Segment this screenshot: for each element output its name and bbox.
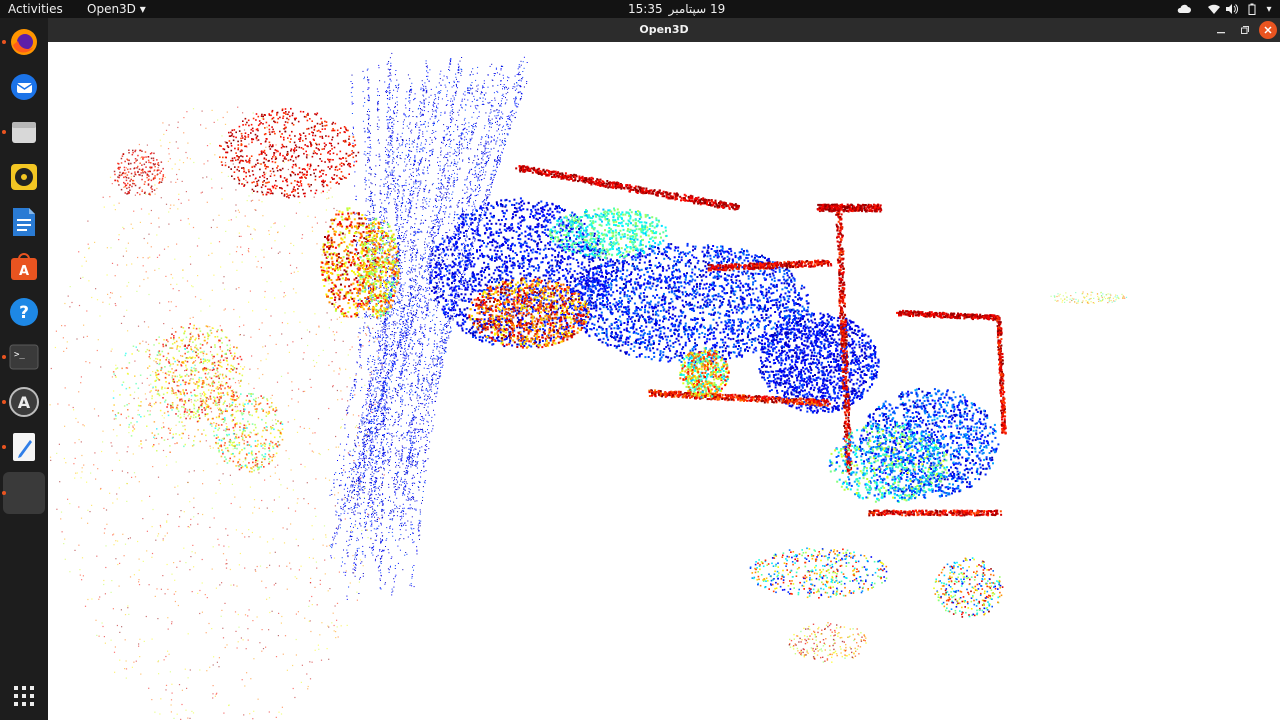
rhythmbox-icon[interactable] <box>6 159 42 195</box>
running-indicator <box>2 491 6 495</box>
system-menu-chevron-icon[interactable]: ▾ <box>1260 0 1278 18</box>
svg-text:A: A <box>19 264 29 279</box>
chevron-down-icon: ▾ <box>140 2 146 16</box>
running-indicator <box>2 40 6 44</box>
terminal-icon[interactable]: >_ <box>6 339 42 375</box>
open3d-app-icon[interactable] <box>3 472 45 514</box>
text-editor-icon[interactable] <box>6 429 42 465</box>
app-menu[interactable]: Open3D ▾ <box>87 1 146 17</box>
window-title: Open3D <box>48 18 1280 42</box>
clock-time: 15:35 <box>628 2 663 16</box>
point-cloud-viewport[interactable] <box>48 42 1280 720</box>
running-indicator <box>2 355 6 359</box>
app-menu-label: Open3D <box>87 2 136 16</box>
close-button[interactable] <box>1259 21 1277 39</box>
svg-text:A: A <box>18 393 31 412</box>
clock[interactable]: 15:35 19 سپتامبر <box>628 1 725 17</box>
files-icon[interactable] <box>6 114 42 150</box>
cloud-icon[interactable] <box>1175 0 1193 18</box>
volume-icon[interactable] <box>1223 0 1241 18</box>
ubuntu-software-icon[interactable]: A <box>6 249 42 285</box>
top-panel: Activities Open3D ▾ 15:35 19 سپتامبر ▾ <box>0 0 1280 18</box>
svg-text:>_: >_ <box>14 350 25 360</box>
dock: A ? >_ A <box>0 18 48 720</box>
help-icon[interactable]: ? <box>6 294 42 330</box>
writer-icon[interactable] <box>6 204 42 240</box>
show-applications-icon[interactable] <box>6 678 42 714</box>
restore-button[interactable] <box>1236 21 1254 39</box>
software-updater-icon[interactable]: A <box>6 384 42 420</box>
activities-button[interactable]: Activities <box>8 1 63 17</box>
point-cloud-render <box>48 42 1280 720</box>
wifi-icon[interactable] <box>1205 0 1223 18</box>
window-titlebar[interactable]: Open3D <box>48 18 1280 42</box>
clock-date: 19 سپتامبر <box>669 2 726 16</box>
running-indicator <box>2 130 6 134</box>
minimize-button[interactable] <box>1212 21 1230 39</box>
running-indicator <box>2 445 6 449</box>
running-indicator <box>2 400 6 404</box>
battery-icon[interactable] <box>1243 0 1261 18</box>
thunderbird-icon[interactable] <box>6 69 42 105</box>
firefox-icon[interactable] <box>6 24 42 60</box>
svg-text:?: ? <box>19 303 29 323</box>
